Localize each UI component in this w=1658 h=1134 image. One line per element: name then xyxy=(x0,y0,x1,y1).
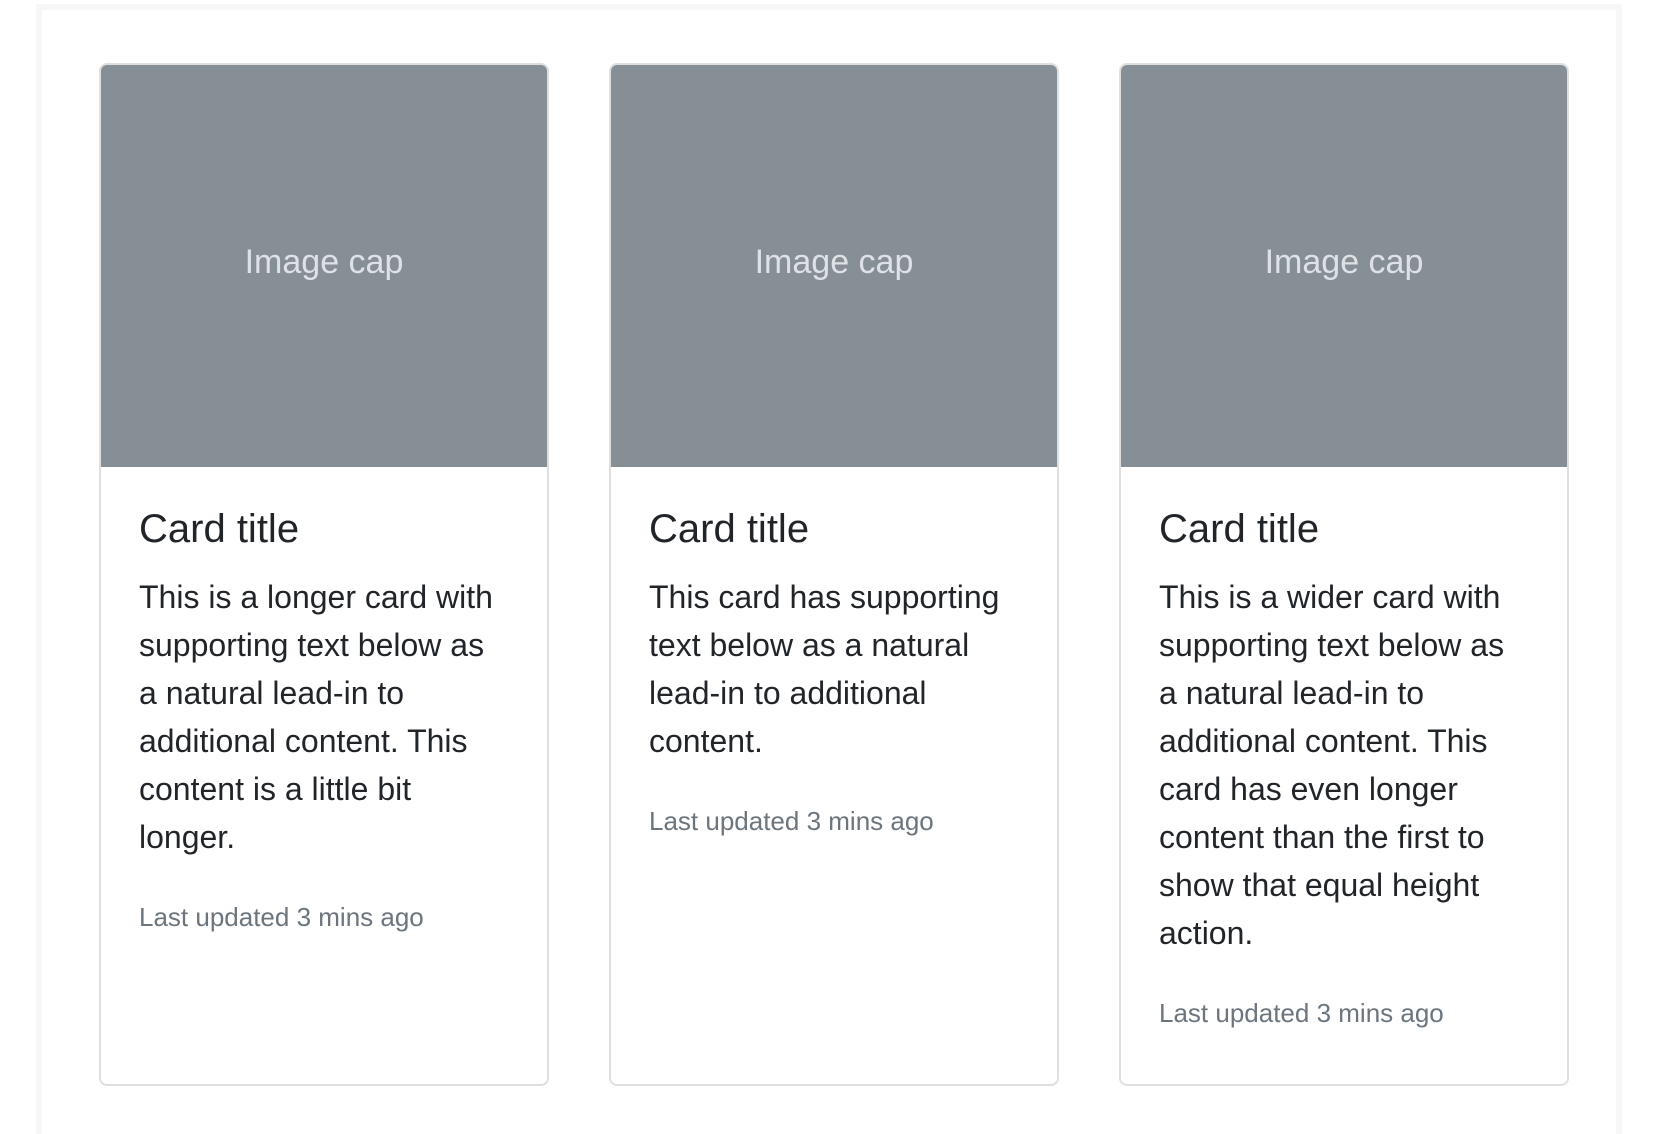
card-meta-text: Last updated 3 mins ago xyxy=(649,806,934,836)
example-frame: Image cap Card title This is a longer ca… xyxy=(36,4,1622,1134)
image-cap-label: Image cap xyxy=(754,242,914,281)
card-title: Card title xyxy=(139,507,300,551)
card-1: Image cap Card title This is a longer ca… xyxy=(99,63,549,1086)
card-title: Card title xyxy=(649,507,810,551)
image-cap-placeholder: Image cap xyxy=(101,65,547,467)
image-cap-placeholder: Image cap xyxy=(611,65,1057,467)
image-cap-placeholder: Image cap xyxy=(1121,65,1567,467)
card-body: Card title This card has supporting text… xyxy=(611,467,1057,839)
card-text: This card has supporting text below as a… xyxy=(649,579,1000,759)
card-meta-text: Last updated 3 mins ago xyxy=(139,902,424,932)
card-text: This is a wider card with supporting tex… xyxy=(1159,579,1505,951)
card-deck: Image cap Card title This is a longer ca… xyxy=(99,63,1569,1086)
image-cap-label: Image cap xyxy=(1264,242,1424,281)
card-body: Card title This is a wider card with sup… xyxy=(1121,467,1567,1031)
card-body: Card title This is a longer card with su… xyxy=(101,467,547,935)
card-text: This is a longer card with supporting te… xyxy=(139,579,493,855)
card-3: Image cap Card title This is a wider car… xyxy=(1119,63,1569,1086)
image-cap-label: Image cap xyxy=(244,242,404,281)
card-2: Image cap Card title This card has suppo… xyxy=(609,63,1059,1086)
card-meta-text: Last updated 3 mins ago xyxy=(1159,998,1444,1028)
card-title: Card title xyxy=(1159,507,1320,551)
